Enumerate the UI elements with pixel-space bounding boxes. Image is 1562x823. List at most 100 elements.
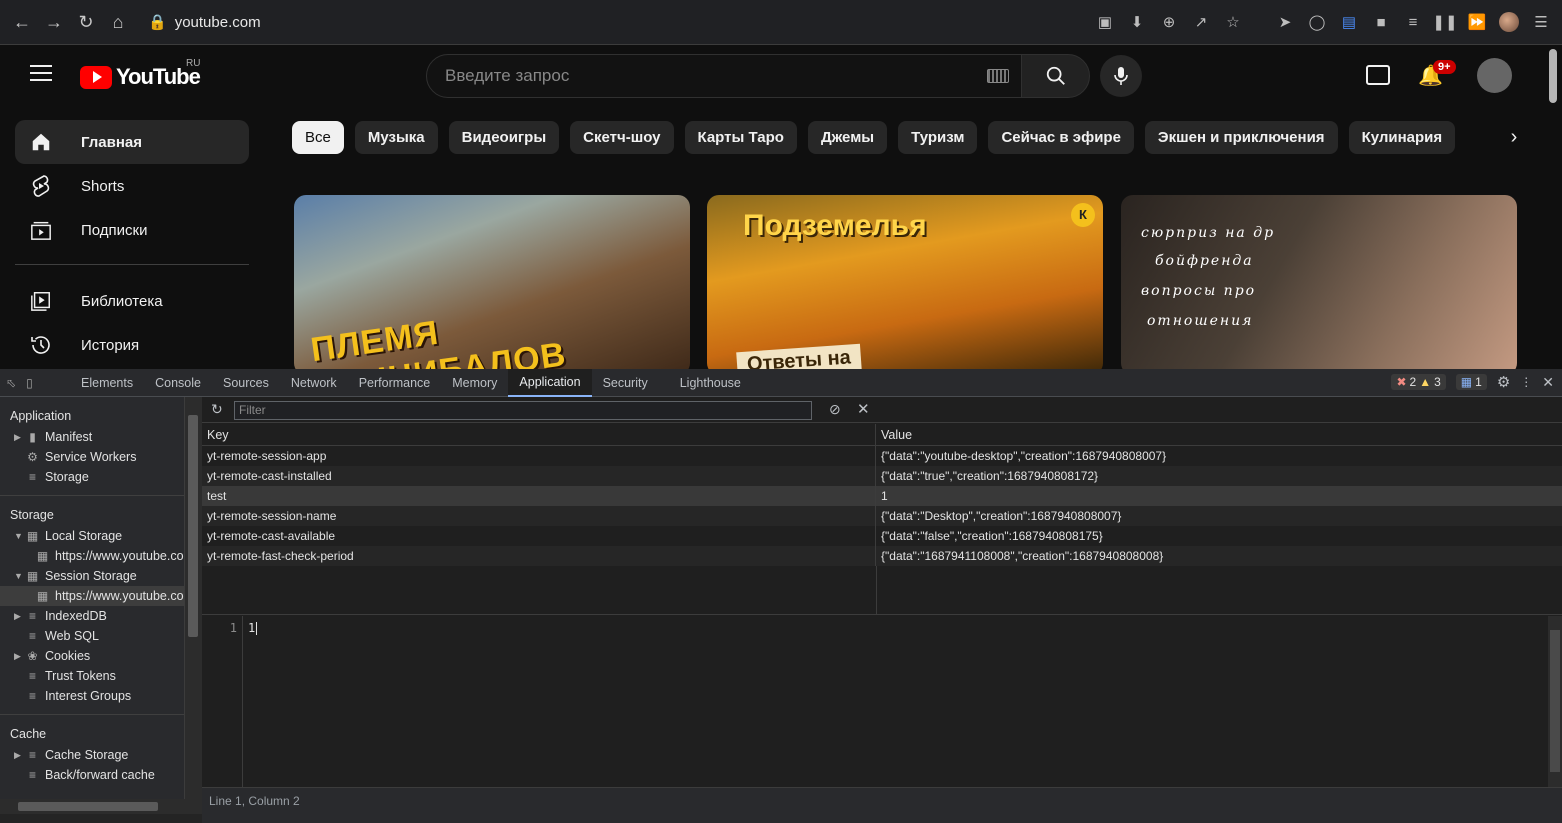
- cell-key[interactable]: yt-remote-session-name: [202, 506, 876, 526]
- pause-icon[interactable]: ❚❚: [1432, 6, 1458, 38]
- sidebar-horizontal-scrollbar[interactable]: [0, 799, 202, 814]
- expand-arrow-icon[interactable]: ▶: [14, 432, 26, 443]
- sidebar-item-subscriptions[interactable]: Подписки: [15, 208, 249, 252]
- cell-value[interactable]: {"data":"false","creation":1687940808175…: [876, 526, 1562, 546]
- sidebar-vertical-scrollbar[interactable]: [185, 397, 202, 799]
- chevron-right-icon[interactable]: ›: [1500, 126, 1528, 150]
- tree-item-storage[interactable]: ≡ Storage: [0, 467, 184, 487]
- editor-content[interactable]: 1: [248, 621, 257, 635]
- delete-selected-icon[interactable]: ✕: [857, 400, 870, 418]
- bookmark-star-icon[interactable]: ☆: [1220, 6, 1246, 38]
- cell-key[interactable]: test: [202, 486, 876, 506]
- tree-item-session-origin[interactable]: ▦ https://www.youtube.co: [0, 586, 184, 606]
- table-row[interactable]: yt-remote-session-name {"data":"Desktop",…: [202, 506, 1562, 526]
- share-icon[interactable]: ↗: [1188, 6, 1214, 38]
- sidebar-item-library[interactable]: Библиотека: [15, 279, 249, 323]
- next-track-icon[interactable]: ⏩: [1464, 6, 1490, 38]
- tab-elements[interactable]: Elements: [70, 369, 144, 397]
- refresh-icon[interactable]: ↻: [211, 401, 223, 418]
- expand-arrow-icon[interactable]: ▶: [14, 651, 26, 662]
- cell-value[interactable]: {"data":"true","creation":1687940808172}: [876, 466, 1562, 486]
- cell-key[interactable]: yt-remote-cast-installed: [202, 466, 876, 486]
- sidebar-item-home[interactable]: Главная: [15, 120, 249, 164]
- editor-scrollbar[interactable]: [1548, 616, 1562, 787]
- clear-all-icon[interactable]: ⊘: [829, 401, 841, 418]
- translate-icon[interactable]: ▤: [1336, 6, 1362, 38]
- chip-video-games[interactable]: Видеоигры: [448, 121, 560, 154]
- shield-icon[interactable]: ◯: [1304, 6, 1330, 38]
- sidebar-item-shorts[interactable]: Shorts: [15, 164, 249, 208]
- chip-jams[interactable]: Джемы: [807, 121, 888, 154]
- tree-item-trust-tokens[interactable]: ≡ Trust Tokens: [0, 666, 184, 686]
- install-icon[interactable]: ⬇: [1124, 6, 1150, 38]
- tab-console[interactable]: Console: [144, 369, 212, 397]
- table-row[interactable]: test 1: [202, 486, 1562, 506]
- chip-music[interactable]: Музыка: [354, 121, 438, 154]
- tree-item-local-origin[interactable]: ▦ https://www.youtube.co: [0, 546, 184, 566]
- media-queue-icon[interactable]: ≡: [1400, 6, 1426, 38]
- settings-gear-icon[interactable]: ⚙: [1497, 373, 1510, 391]
- youtube-logo[interactable]: YouTube RU: [80, 58, 201, 90]
- column-header-value[interactable]: Value: [876, 424, 1562, 445]
- table-row[interactable]: yt-remote-session-app {"data":"youtube-de…: [202, 446, 1562, 466]
- tab-performance[interactable]: Performance: [348, 369, 442, 397]
- profile-avatar[interactable]: [1496, 6, 1522, 38]
- tab-network[interactable]: Network: [280, 369, 348, 397]
- tree-item-cache-storage[interactable]: ▶ ≡ Cache Storage: [0, 745, 184, 765]
- tab-sources[interactable]: Sources: [212, 369, 280, 397]
- cell-value[interactable]: {"data":"youtube-desktop","creation":168…: [876, 446, 1562, 466]
- extensions-puzzle-icon[interactable]: ■: [1368, 6, 1394, 38]
- home-icon[interactable]: ⌂: [102, 6, 134, 38]
- sidebar-item-history[interactable]: История: [15, 323, 249, 367]
- tab-security[interactable]: Security: [592, 369, 659, 397]
- tree-item-session-storage[interactable]: ▼ ▦ Session Storage: [0, 566, 184, 586]
- tree-item-websql[interactable]: ≡ Web SQL: [0, 626, 184, 646]
- cell-value[interactable]: {"data":"Desktop","creation":16879408080…: [876, 506, 1562, 526]
- voice-search-button[interactable]: [1100, 55, 1142, 97]
- tab-memory[interactable]: Memory: [441, 369, 508, 397]
- forward-icon[interactable]: →: [38, 6, 70, 38]
- issues-counter[interactable]: ✖ 2 ▲ 3: [1391, 374, 1446, 390]
- table-row[interactable]: yt-remote-fast-check-period {"data":"1687…: [202, 546, 1562, 566]
- tree-item-manifest[interactable]: ▶ ▮ Manifest: [0, 427, 184, 447]
- search-input[interactable]: Введите запрос: [426, 54, 1022, 98]
- video-thumbnail[interactable]: Подземелья Ответы на К: [707, 195, 1103, 369]
- tree-item-interest-groups[interactable]: ≡ Interest Groups: [0, 686, 184, 706]
- chip-tourism[interactable]: Туризм: [898, 121, 978, 154]
- collapse-arrow-icon[interactable]: ▼: [14, 531, 26, 541]
- address-bar[interactable]: 🔒 youtube.com: [148, 13, 261, 32]
- user-avatar[interactable]: [1477, 58, 1512, 93]
- cell-value[interactable]: {"data":"1687941108008","creation":16879…: [876, 546, 1562, 566]
- video-thumbnail[interactable]: ПЛЕМЯ КАННИБАЛОВ: [294, 195, 690, 369]
- filter-input[interactable]: Filter: [234, 401, 812, 420]
- rocket-icon[interactable]: ➤: [1272, 6, 1298, 38]
- browser-menu-icon[interactable]: ☰: [1528, 6, 1554, 38]
- inspect-element-icon[interactable]: ⬁: [6, 376, 16, 390]
- chip-tarot[interactable]: Карты Таро: [684, 121, 797, 154]
- tree-item-indexeddb[interactable]: ▶ ≡ IndexedDB: [0, 606, 184, 626]
- more-options-icon[interactable]: ⋮: [1520, 375, 1532, 389]
- keyboard-icon[interactable]: [987, 69, 1009, 83]
- zoom-icon[interactable]: ⊕: [1156, 6, 1182, 38]
- cell-key[interactable]: yt-remote-session-app: [202, 446, 876, 466]
- chip-live[interactable]: Сейчас в эфире: [988, 121, 1134, 154]
- table-row[interactable]: yt-remote-cast-installed {"data":"true","…: [202, 466, 1562, 486]
- device-toolbar-icon[interactable]: ▯: [26, 376, 33, 390]
- messages-counter[interactable]: ▦ 1: [1455, 374, 1487, 390]
- chip-action-adventure[interactable]: Экшен и приключения: [1144, 121, 1338, 154]
- tab-lighthouse[interactable]: Lighthouse: [669, 369, 752, 397]
- expand-arrow-icon[interactable]: ▶: [14, 611, 26, 622]
- tree-item-bfcache[interactable]: ≡ Back/forward cache: [0, 765, 184, 785]
- tree-item-local-storage[interactable]: ▼ ▦ Local Storage: [0, 526, 184, 546]
- page-scrollbar[interactable]: [1546, 45, 1562, 369]
- hamburger-menu-icon[interactable]: [30, 65, 52, 81]
- search-button[interactable]: [1021, 54, 1090, 98]
- collapse-arrow-icon[interactable]: ▼: [14, 571, 26, 581]
- close-icon[interactable]: ✕: [1542, 374, 1554, 391]
- cell-key[interactable]: yt-remote-fast-check-period: [202, 546, 876, 566]
- picture-in-picture-icon[interactable]: ▣: [1092, 6, 1118, 38]
- back-icon[interactable]: ←: [6, 6, 38, 38]
- chip-sketch-show[interactable]: Скетч-шоу: [570, 121, 674, 154]
- chip-cooking[interactable]: Кулинария: [1348, 121, 1456, 154]
- chip-all[interactable]: Все: [292, 121, 344, 154]
